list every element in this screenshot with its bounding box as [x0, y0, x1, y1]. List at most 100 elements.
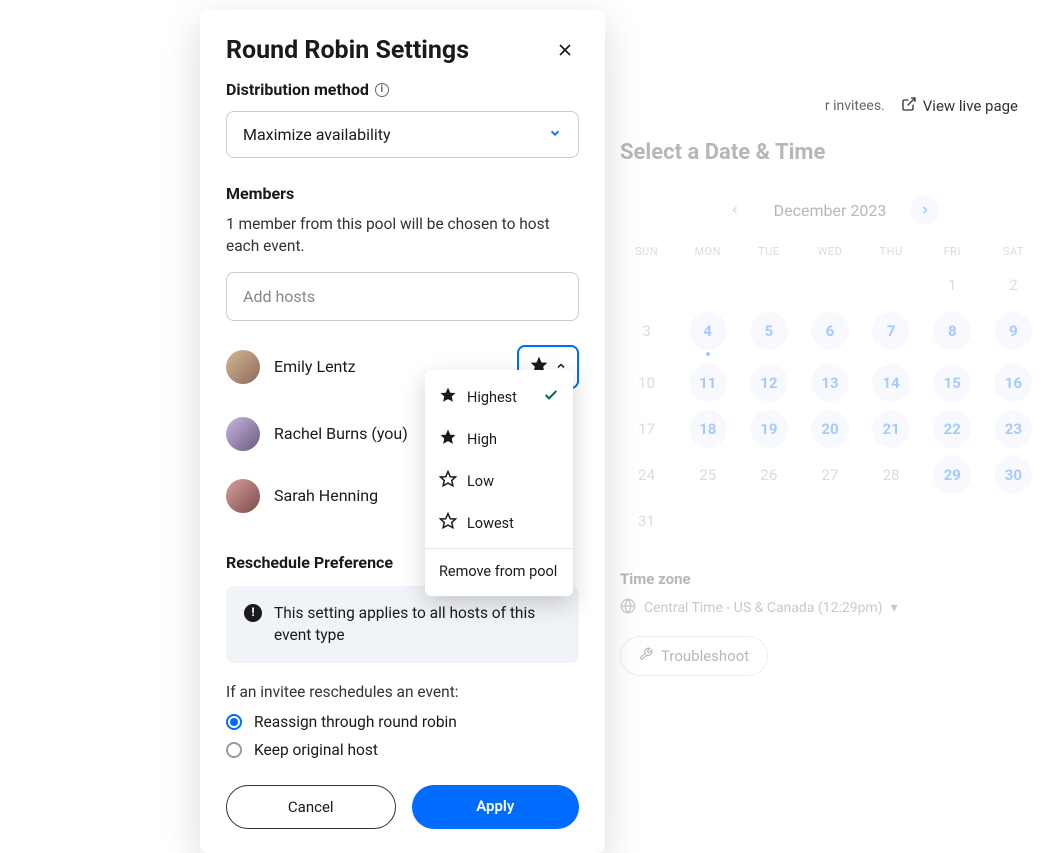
avatar	[226, 350, 260, 384]
view-live-label: View live page	[923, 97, 1018, 115]
calendar-dow: WED	[803, 245, 856, 258]
calendar-day[interactable]: 14	[872, 364, 910, 402]
calendar-day	[872, 266, 910, 304]
calendar-day	[689, 502, 727, 540]
calendar-day: 25	[689, 456, 727, 494]
preview-note: r invitees.	[825, 98, 885, 114]
star-outline-icon	[439, 512, 457, 534]
calendar-day	[750, 502, 788, 540]
calendar-day	[750, 266, 788, 304]
calendar-day[interactable]: 16	[994, 364, 1032, 402]
view-live-page-link[interactable]: View live page	[901, 96, 1018, 116]
calendar-dow: THU	[865, 245, 918, 258]
prev-month-button[interactable]	[720, 195, 750, 225]
priority-option-low[interactable]: Low	[425, 460, 573, 502]
caret-down-icon: ▾	[891, 600, 898, 616]
calendar-day: 24	[628, 456, 666, 494]
reschedule-prompt: If an invitee reschedules an event:	[226, 681, 579, 703]
calendar-day[interactable]: 5	[750, 312, 788, 350]
radio-reassign-round-robin[interactable]: Reassign through round robin	[226, 713, 579, 731]
calendar-day[interactable]: 4	[689, 312, 727, 350]
radio-keep-label: Keep original host	[254, 741, 378, 759]
calendar-day[interactable]: 7	[872, 312, 910, 350]
calendar-day[interactable]: 29	[933, 456, 971, 494]
priority-option-lowest[interactable]: Lowest	[425, 502, 573, 544]
menu-divider	[425, 548, 573, 549]
add-hosts-input[interactable]: Add hosts	[226, 272, 579, 321]
globe-icon	[620, 598, 636, 618]
troubleshoot-label: Troubleshoot	[661, 647, 749, 665]
reschedule-notice-text: This setting applies to all hosts of thi…	[274, 602, 561, 647]
apply-button[interactable]: Apply	[412, 785, 580, 829]
calendar-day[interactable]: 19	[750, 410, 788, 448]
calendar-day[interactable]: 23	[994, 410, 1032, 448]
calendar-day	[994, 502, 1032, 540]
calendar-day[interactable]: 21	[872, 410, 910, 448]
calendar-day[interactable]: 8	[933, 312, 971, 350]
distribution-method-select[interactable]: Maximize availability	[226, 111, 579, 158]
cancel-button[interactable]: Cancel	[226, 785, 396, 829]
member-name: Rachel Burns (you)	[274, 424, 408, 443]
star-filled-icon	[439, 386, 457, 408]
calendar-dow: SUN	[620, 245, 673, 258]
calendar-day	[811, 266, 849, 304]
remove-from-pool-label: Remove from pool	[439, 563, 557, 580]
today-indicator	[706, 352, 710, 356]
avatar	[226, 479, 260, 513]
priority-option-label: Low	[467, 473, 494, 490]
priority-option-high[interactable]: High	[425, 418, 573, 460]
calendar-day	[933, 502, 971, 540]
next-month-button[interactable]	[910, 195, 940, 225]
star-outline-icon	[439, 470, 457, 492]
alert-icon: !	[244, 604, 262, 622]
calendar-day[interactable]: 30	[994, 456, 1032, 494]
calendar-day[interactable]: 15	[933, 364, 971, 402]
timezone-select[interactable]: Central Time - US & Canada (12:29pm) ▾	[620, 598, 1040, 618]
priority-dropdown: Highest High Low Lowest Remove from pool	[425, 370, 573, 596]
calendar-day: 27	[811, 456, 849, 494]
info-icon[interactable]: i	[375, 83, 389, 97]
modal-title: Round Robin Settings	[226, 36, 469, 65]
calendar-dow: TUE	[742, 245, 795, 258]
calendar-day[interactable]: 22	[933, 410, 971, 448]
calendar-day: 31	[628, 502, 666, 540]
calendar-day	[628, 266, 666, 304]
calendar-day[interactable]: 13	[811, 364, 849, 402]
priority-option-label: Highest	[467, 389, 517, 406]
calendar-day[interactable]: 9	[994, 312, 1032, 350]
troubleshoot-button[interactable]: Troubleshoot	[620, 636, 768, 676]
calendar-preview: Select a Date & Time December 2023 SUNMO…	[620, 140, 1040, 676]
calendar-day: 28	[872, 456, 910, 494]
members-title: Members	[226, 184, 579, 203]
calendar-day[interactable]: 18	[689, 410, 727, 448]
calendar-day	[872, 502, 910, 540]
calendar-day[interactable]: 20	[811, 410, 849, 448]
distribution-method-label: Distribution method	[226, 80, 369, 99]
check-icon	[543, 387, 559, 407]
radio-reassign-label: Reassign through round robin	[254, 713, 457, 731]
remove-from-pool-option[interactable]: Remove from pool	[425, 553, 573, 590]
calendar-day: 1	[933, 266, 971, 304]
calendar-day: 10	[628, 364, 666, 402]
calendar-day: 3	[628, 312, 666, 350]
radio-keep-original-host[interactable]: Keep original host	[226, 741, 579, 759]
calendar-dow: SAT	[987, 245, 1040, 258]
member-name: Emily Lentz	[274, 357, 356, 376]
priority-option-highest[interactable]: Highest	[425, 376, 573, 418]
radio-checked-icon	[226, 714, 242, 730]
priority-option-label: High	[467, 431, 497, 448]
reschedule-notice: ! This setting applies to all hosts of t…	[226, 586, 579, 663]
calendar-day: 17	[628, 410, 666, 448]
close-button[interactable]	[551, 36, 579, 68]
timezone-title: Time zone	[620, 570, 1040, 588]
calendar-day[interactable]: 12	[750, 364, 788, 402]
calendar-day[interactable]: 6	[811, 312, 849, 350]
close-icon	[555, 45, 575, 64]
calendar-day: 2	[994, 266, 1032, 304]
radio-unchecked-icon	[226, 742, 242, 758]
select-date-title: Select a Date & Time	[620, 140, 1040, 165]
chevron-down-icon	[548, 125, 562, 144]
members-description: 1 member from this pool will be chosen t…	[226, 213, 579, 258]
priority-option-label: Lowest	[467, 515, 514, 532]
calendar-day[interactable]: 11	[689, 364, 727, 402]
